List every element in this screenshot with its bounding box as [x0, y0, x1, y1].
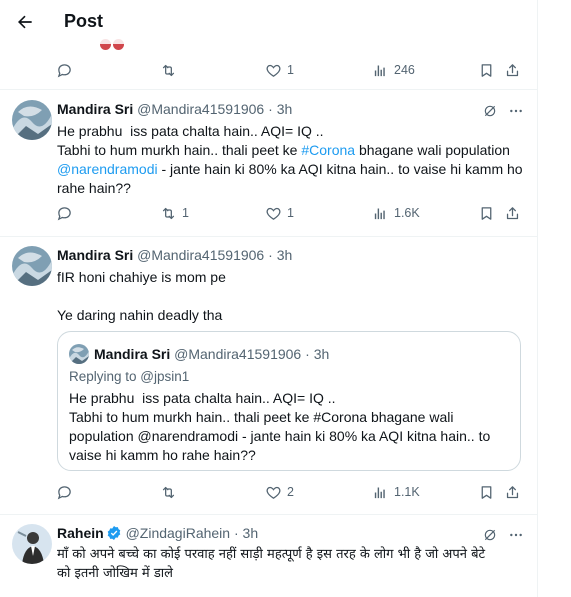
share-button[interactable]: [504, 481, 521, 503]
quoted-tweet-text: He prabhu iss pata chalta hain.. AQI= IQ…: [69, 390, 491, 463]
share-icon: [504, 62, 521, 79]
author-handle: @Mandira41591906: [174, 346, 302, 362]
avatar[interactable]: [12, 100, 52, 140]
author-name[interactable]: Rahein: [57, 525, 104, 541]
grok-icon[interactable]: [482, 103, 498, 119]
reply-icon: [56, 205, 73, 222]
view-count: 246: [394, 63, 415, 77]
repost-icon: [160, 205, 177, 222]
reply-tweet[interactable]: Rahein @ZindagiRahein · 3h माँ को अपने ब…: [0, 515, 538, 597]
share-icon: [504, 484, 521, 501]
more-icon[interactable]: [508, 103, 524, 119]
bookmark-button[interactable]: [478, 59, 495, 81]
replying-to-label: Replying to @jpsin1: [69, 369, 190, 384]
tweet-action-bar: 2 1.1K: [56, 481, 524, 503]
reply-icon: [56, 484, 73, 501]
quoted-tweet-card[interactable]: Mandira Sri @Mandira41591906 · 3h Replyi…: [57, 331, 521, 471]
timestamp[interactable]: 3h: [277, 247, 293, 263]
avatar[interactable]: [12, 524, 52, 564]
views-icon: [372, 62, 389, 79]
like-count: 2: [287, 485, 294, 499]
tweet-meta: Mandira Sri @Mandira41591906 · 3h: [57, 247, 293, 263]
author-name[interactable]: Mandira Sri: [57, 247, 133, 263]
like-count: 1: [287, 63, 294, 77]
post-header: Post: [0, 0, 537, 44]
tweet-text: माँ को अपने बच्चे का कोई परवाह नहीं साड़…: [57, 547, 486, 581]
post-thread-column: Post 1 246 Mandira Sri @Mandira41591906 …: [0, 0, 538, 597]
tweet-text: He prabhu iss pata chalta hain.. AQI= IQ…: [57, 123, 527, 196]
like-icon: [265, 62, 282, 79]
tweet-top-actions: [482, 526, 524, 544]
views-button[interactable]: 246: [372, 59, 415, 81]
views-button[interactable]: 1.1K: [372, 481, 420, 503]
like-button[interactable]: 2: [265, 481, 294, 503]
verified-icon: [107, 526, 120, 540]
more-icon[interactable]: [508, 527, 524, 543]
hashtag-link[interactable]: #Corona: [301, 142, 355, 158]
reply-tweet[interactable]: Mandira Sri @Mandira41591906 · 3h He pra…: [0, 90, 537, 237]
repost-count: 1: [182, 206, 189, 220]
repost-icon: [160, 484, 177, 501]
like-button[interactable]: 1: [265, 202, 294, 224]
reply-icon: [56, 62, 73, 79]
avatar[interactable]: [12, 246, 52, 286]
bookmark-button[interactable]: [478, 481, 495, 503]
share-icon: [504, 205, 521, 222]
back-button[interactable]: [10, 7, 40, 37]
mention-link[interactable]: @narendramodi: [57, 161, 158, 177]
like-button[interactable]: 1: [265, 59, 294, 81]
back-arrow-icon: [18, 15, 32, 29]
tweet-text: fIR honi chahiye is mom pe Ye daring nah…: [57, 269, 226, 323]
repost-button[interactable]: [160, 481, 182, 503]
tweet-top-actions: [482, 102, 524, 120]
bookmark-icon: [478, 205, 495, 222]
bookmark-icon: [478, 484, 495, 501]
reply-button[interactable]: [56, 481, 78, 503]
grok-icon[interactable]: [482, 527, 498, 543]
reply-button[interactable]: [56, 202, 78, 224]
author-handle[interactable]: @Mandira41591906: [137, 247, 264, 263]
repost-icon: [160, 62, 177, 79]
views-icon: [372, 484, 389, 501]
share-button[interactable]: [504, 202, 521, 224]
author-handle[interactable]: @ZindagiRahein: [126, 525, 231, 541]
repost-button[interactable]: 1: [160, 202, 189, 224]
view-count: 1.1K: [394, 485, 420, 499]
timestamp[interactable]: 3h: [243, 525, 259, 541]
author-handle[interactable]: @Mandira41591906: [137, 101, 264, 117]
author-name: Mandira Sri: [94, 346, 171, 362]
tweet-action-bar: 1 1 1.6K: [56, 202, 524, 224]
like-icon: [265, 484, 282, 501]
repost-button[interactable]: [160, 59, 182, 81]
tweet-meta: Mandira Sri @Mandira41591906 · 3h: [57, 101, 293, 117]
like-count: 1: [287, 206, 294, 220]
right-sidebar-edge: [538, 0, 571, 597]
main-post-action-bar: 1 246: [56, 59, 524, 81]
bookmark-icon: [478, 62, 495, 79]
quoted-tweet-meta: Mandira Sri @Mandira41591906 · 3h: [94, 346, 330, 362]
views-button[interactable]: 1.6K: [372, 202, 420, 224]
timestamp: 3h: [313, 346, 330, 362]
timestamp[interactable]: 3h: [277, 101, 293, 117]
share-button[interactable]: [504, 59, 521, 81]
author-name[interactable]: Mandira Sri: [57, 101, 133, 117]
avatar: [69, 344, 89, 364]
reply-button[interactable]: [56, 59, 78, 81]
views-icon: [372, 205, 389, 222]
tweet-meta: Rahein @ZindagiRahein · 3h: [57, 525, 259, 541]
bookmark-button[interactable]: [478, 202, 495, 224]
view-count: 1.6K: [394, 206, 420, 220]
like-icon: [265, 205, 282, 222]
page-title: Post: [64, 11, 104, 31]
